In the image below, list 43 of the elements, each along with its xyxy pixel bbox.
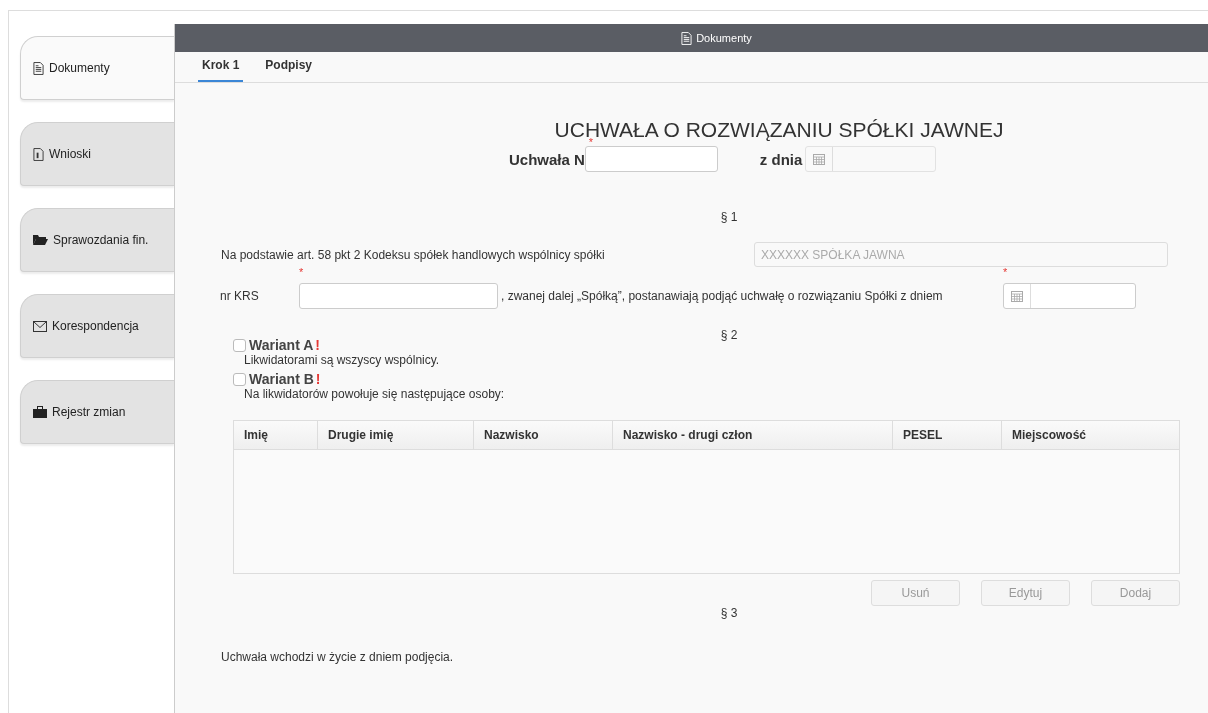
column-header[interactable]: Drugie imię (318, 421, 474, 449)
folder-icon (33, 234, 48, 246)
variant-description: Na likwidatorów powołuje się następujące osoby: (243, 387, 506, 401)
variant-description: Likwidatorami są wszyscy wspólnicy. (243, 353, 441, 367)
required-mark: * (588, 137, 594, 148)
body-text: , zwanej dalej „Spółką”, postanawiają podjąć uchwałę o rozwiązaniu Spółki z dniem (501, 289, 944, 303)
input-field[interactable] (299, 283, 498, 309)
warning-mark: ! (315, 337, 320, 353)
field-label: Uchwała N (509, 150, 585, 168)
input-field[interactable] (584, 146, 718, 172)
checkbox[interactable] (233, 338, 246, 352)
window-title: Dokumenty (696, 32, 752, 44)
section-mark: § 1 (719, 210, 739, 224)
document-icon (681, 31, 693, 45)
sidebar-tab[interactable]: Rejestr zmian (20, 380, 174, 444)
briefcase-icon (33, 406, 47, 418)
variant-label: Wariant B (249, 371, 314, 387)
body-text: Uchwała wchodzi w życie z dniem podjęcia. (220, 650, 455, 664)
tab[interactable]: Krok 1 (198, 52, 244, 82)
sidebar-tab[interactable]: Sprawozdania fin. (20, 208, 174, 272)
column-header[interactable]: Nazwisko - drugi człon (613, 421, 893, 449)
sidebar-tab[interactable]: Dokumenty (20, 36, 174, 100)
field-label: nr KRS (220, 289, 260, 303)
warning-mark: ! (315, 371, 321, 387)
sidebar-tab[interactable]: Korespondencja (20, 294, 174, 358)
file-icon (33, 147, 44, 161)
body-text: Na podstawie art. 58 pkt 2 Kodeksu spółek handlowych wspólnicy spółki (220, 247, 606, 262)
variant-label: Wariant A (249, 337, 314, 353)
required-mark: * (1003, 267, 1008, 278)
sidebar-tab[interactable]: Wnioski (20, 122, 174, 186)
required-mark: * (299, 267, 304, 278)
section-mark: § 2 (719, 328, 739, 342)
date-field[interactable] (1003, 283, 1136, 309)
tab[interactable]: Podpisy (261, 52, 317, 82)
checkbox[interactable] (233, 372, 246, 386)
envelope-icon (33, 320, 47, 332)
section-mark: § 3 (719, 606, 739, 620)
column-header[interactable]: Miejscowość (1002, 421, 1179, 449)
column-header[interactable]: Imię (234, 421, 318, 449)
document-icon (33, 61, 44, 75)
column-header[interactable]: Nazwisko (474, 421, 613, 449)
column-header[interactable]: PESEL (893, 421, 1002, 449)
field-label: z dnia (759, 150, 803, 168)
